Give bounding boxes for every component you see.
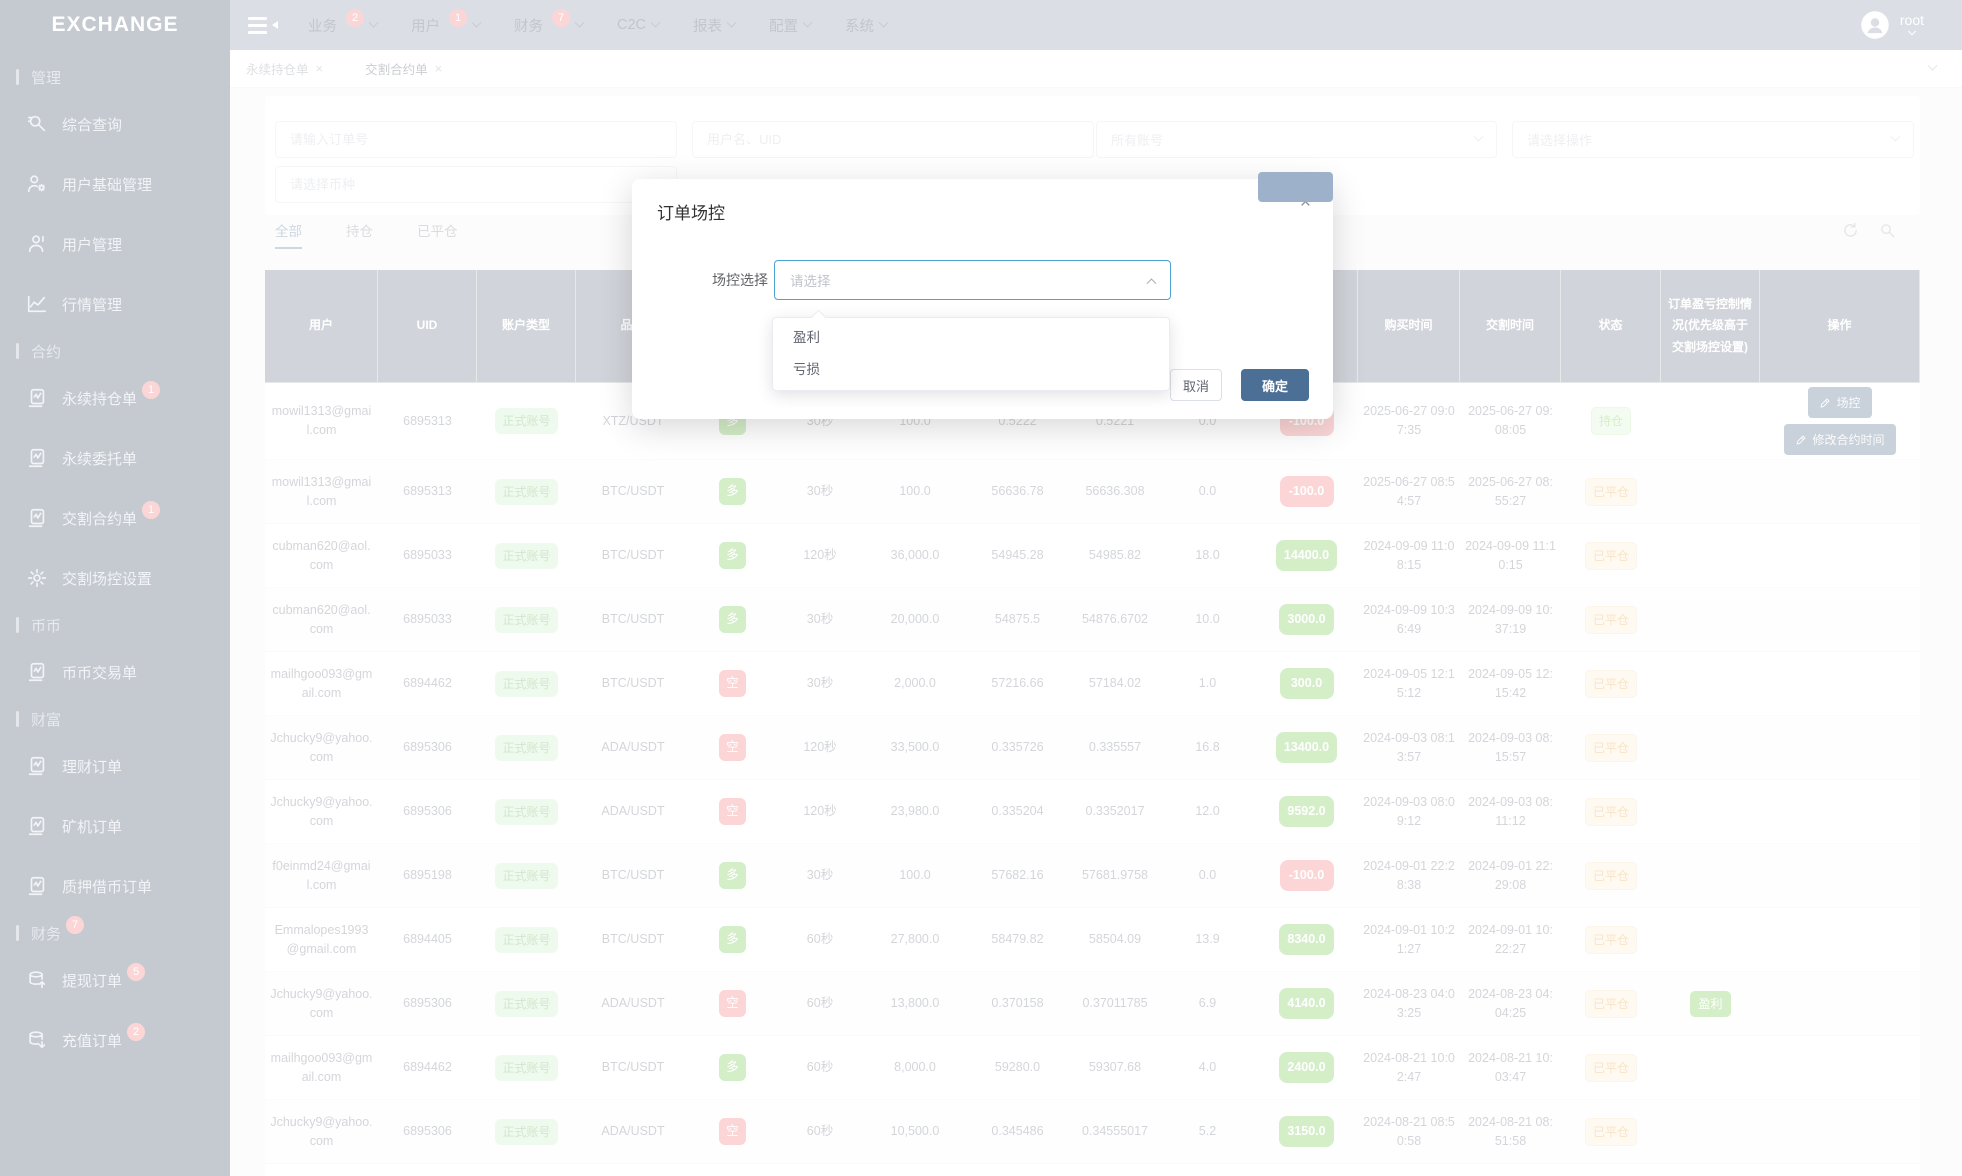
scene-select-label: 场控选择: [656, 260, 768, 300]
dropdown-option-1[interactable]: 亏损: [773, 354, 1169, 386]
confirm-button[interactable]: 确定: [1241, 369, 1309, 401]
dialog-title: 订单场控: [657, 199, 725, 224]
scene-select-dropdown: 盈利亏损: [772, 317, 1170, 391]
scene-select[interactable]: 请选择: [774, 260, 1171, 300]
scene-select-placeholder: 请选择: [790, 270, 831, 290]
cancel-button[interactable]: 取消: [1170, 369, 1222, 401]
search-button[interactable]: [1258, 172, 1333, 202]
chevron-up-icon: [1147, 278, 1157, 288]
dropdown-option-0[interactable]: 盈利: [773, 322, 1169, 354]
modal-overlay[interactable]: [0, 0, 1962, 1176]
